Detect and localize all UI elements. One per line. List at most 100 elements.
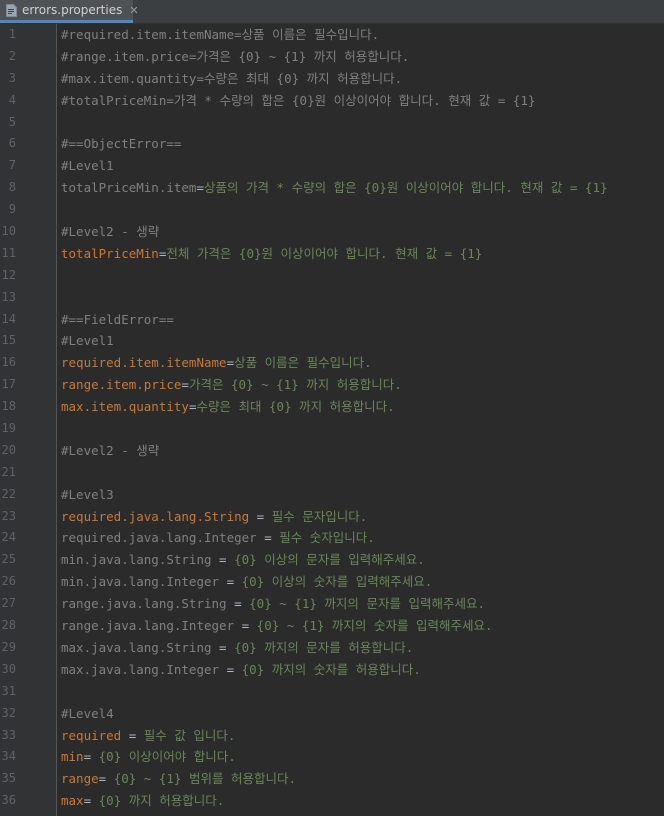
properties-file-icon [6, 3, 17, 17]
line-text: #Level2 - 생략 [61, 221, 159, 243]
comment-text: #required.item.itemName=상품 이름은 필수입니다. [61, 27, 380, 42]
code-line[interactable]: 1 #required.item.itemName=상품 이름은 필수입니다. [0, 24, 664, 46]
comment-text: #Level2 - 생략 [61, 224, 160, 240]
property-separator: = [256, 530, 280, 546]
code-line[interactable]: 5 [0, 112, 664, 134]
comment-text: #Level1 [61, 158, 114, 174]
line-number: 18 [1, 399, 16, 414]
code-line[interactable]: 13 [0, 287, 664, 309]
line-number: 28 [1, 618, 16, 633]
code-line[interactable]: 34 min= {0} 이상이어야 합니다. [0, 746, 664, 768]
code-line[interactable]: 18 max.item.quantity=수량은 최대 {0} 까지 허용합니다. [0, 396, 664, 418]
code-line[interactable]: 8 totalPriceMin.item=상품의 가격 * 수량의 합은 {0}원… [0, 177, 664, 199]
code-line[interactable]: 33 required = 필수 값 입니다. [0, 725, 664, 747]
line-number: 32 [1, 705, 16, 720]
code-line[interactable]: 21 [0, 462, 664, 484]
code-line[interactable]: 19 [0, 418, 664, 440]
line-number: 22 [1, 486, 16, 501]
line-text: #Level1 [61, 330, 114, 352]
code-line[interactable]: 24 required.java.lang.Integer = 필수 숫자입니다. [0, 527, 664, 549]
line-number: 36 [1, 793, 16, 808]
code-line[interactable]: 25 min.java.lang.String = {0} 이상의 문자를 입력해… [0, 549, 664, 571]
code-line[interactable]: 17 range.item.price=가격은 {0} ~ {1} 까지 허용합니… [0, 374, 664, 396]
code-line[interactable]: 20 #Level2 - 생략 [0, 440, 664, 462]
property-separator: = [219, 574, 242, 590]
line-text: #Level4 [61, 703, 114, 725]
property-key: required.item.itemName [61, 355, 227, 371]
line-text: totalPriceMin.item=상품의 가격 * 수량의 합은 {0}원 … [61, 177, 608, 199]
code-lines: 1 #required.item.itemName=상품 이름은 필수입니다. 2 #… [0, 24, 664, 812]
code-line[interactable]: 4 #totalPriceMin=가격 * 수량의 합은 {0}원 이상이어야 합… [0, 90, 664, 112]
property-value: 상품 이름은 필수입니다. [234, 355, 372, 371]
property-key: max.java.lang.String [61, 639, 212, 655]
line-number: 30 [1, 661, 16, 676]
line-number: 23 [1, 508, 16, 523]
line-text: #range.item.price=가격은 {0} ~ {1} 까지 허용합니다… [61, 46, 409, 68]
property-key: range.java.lang.String [61, 596, 227, 612]
code-line[interactable]: 29 max.java.lang.String = {0} 까지의 문자를 허용합… [0, 637, 664, 659]
property-key: required [61, 727, 122, 743]
close-tab-icon[interactable]: ✕ [129, 5, 138, 16]
line-number: 6 [8, 136, 16, 151]
property-value: {0} 까지의 숫자를 허용합니다. [241, 661, 421, 677]
code-line[interactable]: 9 [0, 199, 664, 221]
code-line[interactable]: 31 [0, 681, 664, 703]
property-separator: = [181, 377, 189, 393]
code-line[interactable]: 23 required.java.lang.String = 필수 문자입니다. [0, 506, 664, 528]
property-key: max [61, 793, 84, 809]
property-separator: = [196, 180, 204, 196]
property-separator: = [121, 727, 144, 743]
code-editor[interactable]: 1 #required.item.itemName=상품 이름은 필수입니다. 2 #… [0, 24, 664, 816]
comment-text: #Level2 - 생략 [61, 442, 160, 458]
line-text: required.java.lang.String = 필수 문자입니다. [61, 506, 367, 528]
property-separator: = [98, 771, 114, 787]
code-line[interactable]: 3 #max.item.quantity=수량은 최대 {0} 까지 허용합니다. [0, 68, 664, 90]
property-separator: = [83, 793, 99, 809]
line-number: 7 [8, 158, 16, 173]
line-number: 15 [1, 333, 16, 348]
code-line[interactable]: 15 #Level1 [0, 330, 664, 352]
code-line[interactable]: 35 range= {0} ~ {1} 범위를 허용합니다. [0, 768, 664, 790]
property-value: {0} 까지 허용합니다. [98, 793, 225, 809]
line-text: range= {0} ~ {1} 범위를 허용합니다. [61, 768, 296, 790]
line-text: max= {0} 까지 허용합니다. [61, 790, 224, 812]
code-line[interactable]: 26 min.java.lang.Integer = {0} 이상의 숫자를 입력… [0, 571, 664, 593]
line-number: 17 [1, 377, 16, 392]
line-text: range.java.lang.Integer = {0} ~ {1} 까지의 … [61, 615, 493, 637]
property-key: max.item.quantity [61, 399, 189, 415]
property-value: 상품의 가격 * 수량의 합은 {0}원 이상이어야 합니다. 현재 값 = {… [204, 180, 608, 196]
line-number: 10 [1, 224, 16, 239]
line-number: 19 [1, 421, 16, 436]
code-line[interactable]: 12 [0, 265, 664, 287]
line-number: 27 [1, 596, 16, 611]
line-number: 9 [8, 202, 16, 217]
line-number: 31 [1, 683, 16, 698]
code-line[interactable]: 16 required.item.itemName=상품 이름은 필수입니다. [0, 352, 664, 374]
property-separator: = [226, 596, 250, 612]
code-line[interactable]: 27 range.java.lang.String = {0} ~ {1} 까지의… [0, 593, 664, 615]
code-line[interactable]: 7 #Level1 [0, 155, 664, 177]
code-line[interactable]: 28 range.java.lang.Integer = {0} ~ {1} 까지… [0, 615, 664, 637]
tab-errors-properties[interactable]: errors.properties ✕ [0, 0, 139, 23]
property-value: 전체 가격은 {0}원 이상이어야 합니다. 현재 값 = {1} [166, 245, 483, 261]
code-line[interactable]: 32 #Level4 [0, 703, 664, 725]
code-line[interactable]: 10 #Level2 - 생략 [0, 221, 664, 243]
property-key: range.java.lang.Integer [61, 618, 235, 634]
property-value: 수량은 최대 {0} 까지 허용합니다. [196, 399, 395, 415]
line-number: 20 [1, 442, 16, 457]
code-line[interactable]: 36 max= {0} 까지 허용합니다. [0, 790, 664, 812]
code-line[interactable]: 11 totalPriceMin=전체 가격은 {0}원 이상이어야 합니다. 현… [0, 243, 664, 265]
property-key: range [61, 771, 99, 787]
comment-text: #totalPriceMin=가격 * 수량의 합은 {0}원 이상이어야 합니… [61, 92, 536, 108]
code-line[interactable]: 6 #==ObjectError== [0, 133, 664, 155]
code-line[interactable]: 30 max.java.lang.Integer = {0} 까지의 숫자를 허용… [0, 659, 664, 681]
property-value: {0} 까지의 문자를 허용합니다. [234, 639, 414, 655]
line-text: min.java.lang.String = {0} 이상의 문자를 입력해주세… [61, 549, 425, 571]
line-number: 26 [1, 574, 16, 589]
code-line[interactable]: 22 #Level3 [0, 484, 664, 506]
comment-text: #Level4 [61, 705, 114, 721]
line-number: 14 [1, 311, 16, 326]
code-line[interactable]: 14 #==FieldError== [0, 309, 664, 331]
code-line[interactable]: 2 #range.item.price=가격은 {0} ~ {1} 까지 허용합니… [0, 46, 664, 68]
property-value: {0} 이상의 숫자를 입력해주세요. [241, 574, 433, 590]
